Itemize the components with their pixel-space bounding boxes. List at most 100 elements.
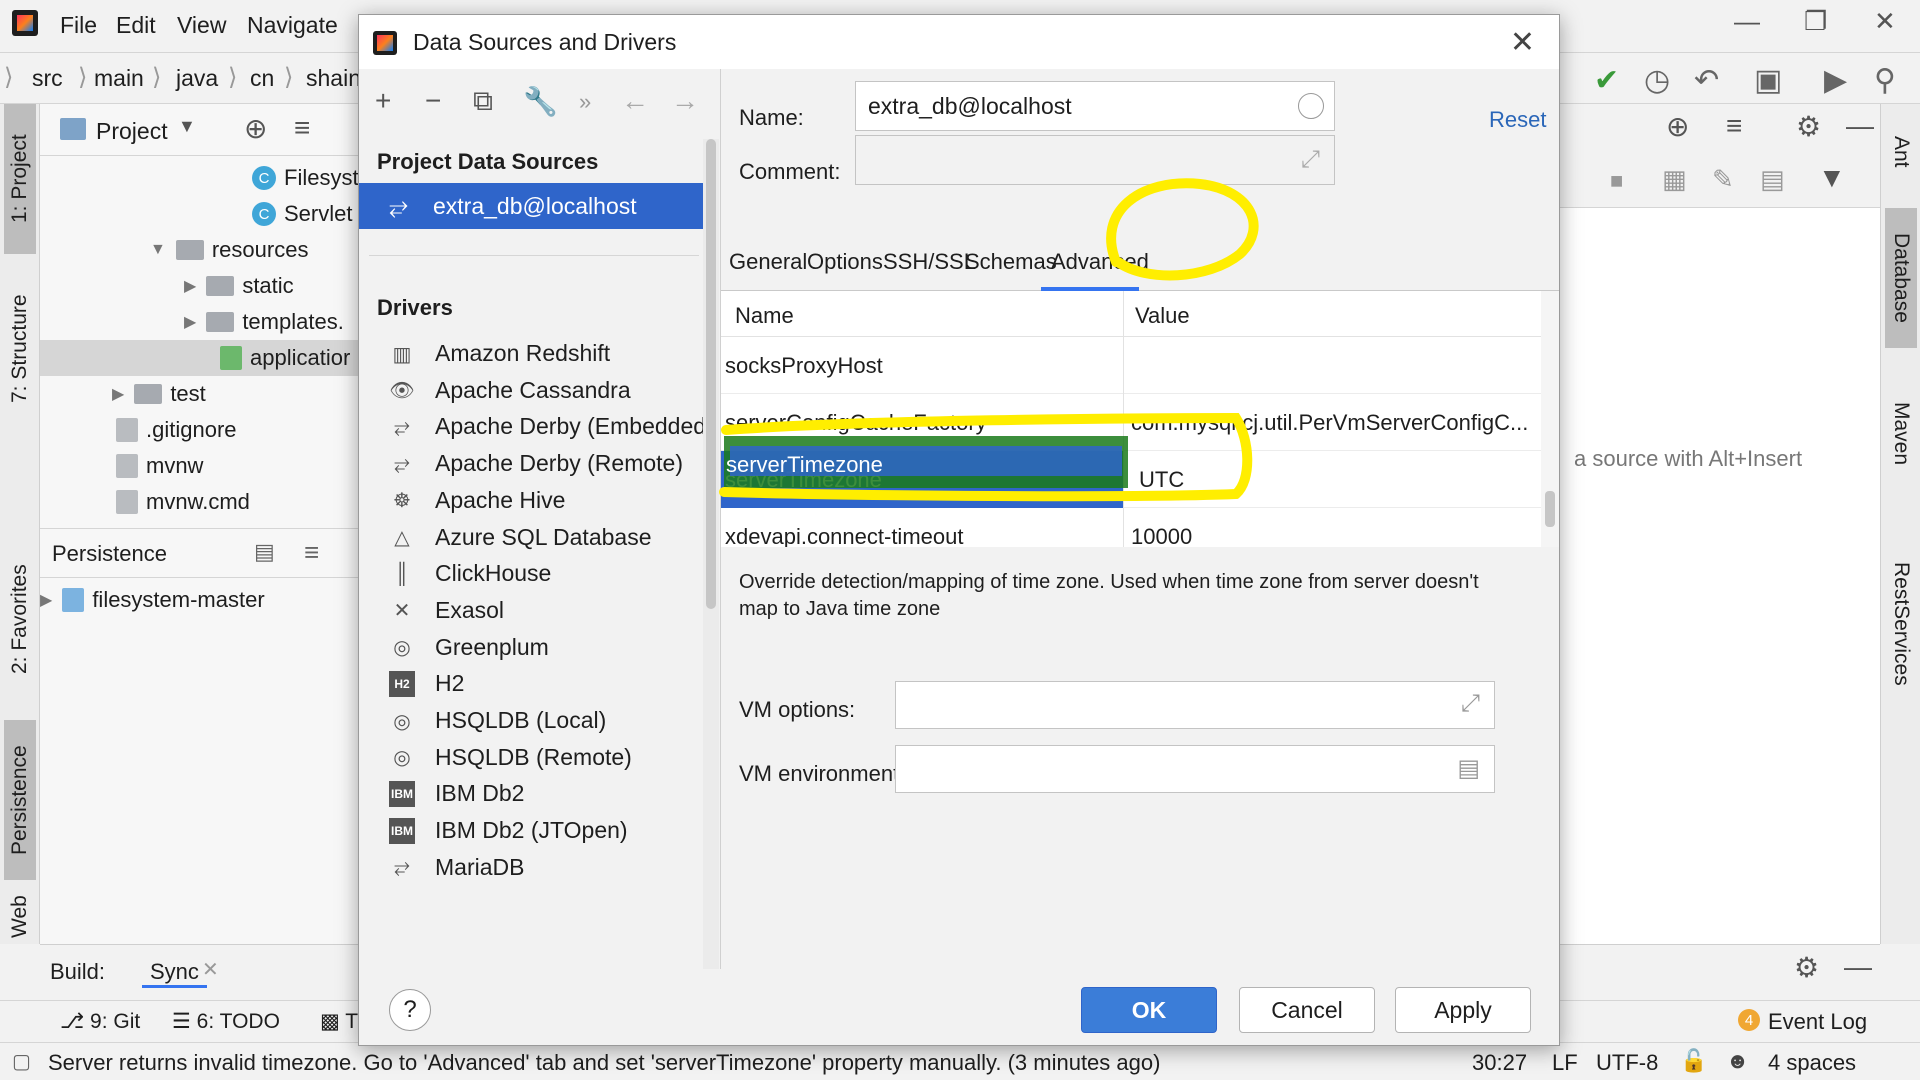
- inspector-icon[interactable]: ☻: [1726, 1048, 1749, 1074]
- file-encoding[interactable]: UTF-8: [1596, 1050, 1658, 1076]
- todo-tool-button[interactable]: ☰ 6: TODO: [172, 1009, 280, 1034]
- stop-icon[interactable]: ■: [1610, 168, 1623, 194]
- collapse-icon[interactable]: ≡: [1726, 110, 1742, 142]
- hide-icon[interactable]: —: [1844, 951, 1872, 983]
- menu-navigate[interactable]: Navigate: [247, 12, 338, 39]
- ql-console-icon[interactable]: ▤: [1760, 164, 1785, 195]
- table-row[interactable]: socksProxyHost: [721, 337, 1541, 394]
- tree-item-selected[interactable]: applicatior: [40, 340, 360, 376]
- tree-item[interactable]: C Servlet: [252, 196, 352, 232]
- expand-icon[interactable]: ⤢: [1301, 146, 1320, 174]
- column-header-name[interactable]: Name: [735, 303, 794, 329]
- table-row[interactable]: serverConfigCacheFactory com.mysql.cj.ut…: [721, 394, 1541, 451]
- gear-icon[interactable]: ⚙: [1794, 951, 1819, 984]
- hide-icon[interactable]: —: [1846, 110, 1874, 142]
- gear-icon[interactable]: ⚙: [1796, 110, 1821, 143]
- breadcrumb-item[interactable]: shain: [306, 65, 361, 92]
- tab-favorites[interactable]: 2: Favorites: [4, 534, 36, 704]
- expand-arrow-icon[interactable]: ▼: [150, 241, 166, 259]
- tab-restservices[interactable]: RestServices: [1885, 504, 1917, 744]
- project-structure-icon[interactable]: ▣: [1754, 63, 1782, 98]
- color-circle-icon[interactable]: [1298, 93, 1324, 119]
- indent-setting[interactable]: 4 spaces: [1768, 1050, 1856, 1076]
- duplicate-icon[interactable]: ⧉: [473, 85, 493, 118]
- browse-document-icon[interactable]: ▤: [1457, 754, 1480, 783]
- name-field[interactable]: extra_db@localhost: [855, 81, 1335, 131]
- rollback-icon[interactable]: ↶: [1694, 63, 1719, 98]
- close-window-icon[interactable]: ✕: [1874, 6, 1896, 37]
- tab-maven[interactable]: Maven: [1885, 374, 1917, 494]
- tab-web[interactable]: Web: [4, 890, 36, 944]
- tab-advanced[interactable]: Advanced: [1051, 249, 1149, 275]
- remove-icon[interactable]: −: [425, 85, 441, 117]
- project-panel-title[interactable]: Project: [96, 118, 168, 145]
- tree-item[interactable]: ▶ test: [112, 376, 206, 412]
- locate-icon[interactable]: ⊕: [1666, 110, 1689, 143]
- history-icon[interactable]: ◷: [1644, 63, 1670, 98]
- scrollbar-thumb[interactable]: [706, 139, 716, 609]
- tree-item[interactable]: ▶ static: [184, 268, 294, 304]
- tab-project[interactable]: 1: Project: [4, 104, 36, 254]
- breadcrumb-item[interactable]: src: [32, 65, 63, 92]
- property-value[interactable]: UTC: [1139, 467, 1184, 493]
- close-icon[interactable]: ✕: [1510, 25, 1535, 60]
- reset-link[interactable]: Reset: [1489, 107, 1546, 133]
- sidebar-scrollbar[interactable]: [703, 139, 719, 969]
- help-button[interactable]: ?: [389, 989, 431, 1031]
- property-value[interactable]: com.mysql.cj.util.PerVmServerConfigC...: [1131, 410, 1528, 436]
- menu-file[interactable]: File: [60, 12, 97, 39]
- persistence-item[interactable]: ▶ filesystem-master: [40, 582, 265, 618]
- expand-icon[interactable]: ⤢: [1461, 690, 1480, 718]
- ok-button[interactable]: OK: [1081, 987, 1217, 1033]
- tab-persistence[interactable]: Persistence: [4, 720, 36, 880]
- tab-ssh-ssl[interactable]: SSH/SSL: [883, 249, 976, 275]
- data-source-item-selected[interactable]: ⥂ extra_db@localhost: [359, 183, 703, 229]
- table-row[interactable]: xdevapi.connect-timeout 10000: [721, 508, 1541, 547]
- add-icon[interactable]: +: [375, 85, 391, 117]
- terminal-tool-button[interactable]: ▩ T: [320, 1009, 358, 1034]
- expand-arrow-icon[interactable]: ▶: [184, 276, 196, 296]
- forward-arrow-icon[interactable]: →: [671, 85, 699, 117]
- scrollbar-thumb[interactable]: [1545, 491, 1555, 527]
- breadcrumb-item[interactable]: cn: [250, 65, 274, 92]
- run-anything-icon[interactable]: ▶: [1824, 63, 1847, 98]
- column-header-value[interactable]: Value: [1135, 303, 1190, 329]
- comment-field[interactable]: ⤢: [855, 135, 1335, 185]
- menu-edit[interactable]: Edit: [116, 12, 156, 39]
- expand-arrow-icon[interactable]: ▶: [184, 312, 196, 332]
- tab-schemas[interactable]: Schemas: [965, 249, 1057, 275]
- locate-icon[interactable]: ⊕: [244, 112, 267, 145]
- apply-button[interactable]: Apply: [1395, 987, 1531, 1033]
- ql-console-icon[interactable]: ▤: [254, 539, 275, 565]
- more-icon[interactable]: »: [579, 89, 591, 115]
- table-scrollbar[interactable]: [1541, 291, 1559, 547]
- table-icon[interactable]: ▦: [1662, 164, 1687, 195]
- wrench-icon[interactable]: 🔧: [523, 85, 558, 118]
- close-tab-icon[interactable]: ✕: [202, 957, 219, 982]
- sync-tab[interactable]: Sync: [142, 959, 207, 988]
- expand-arrow-icon[interactable]: ▶: [40, 590, 52, 610]
- minimize-icon[interactable]: —: [1734, 6, 1760, 37]
- back-arrow-icon[interactable]: ←: [621, 85, 649, 117]
- vm-environment-field[interactable]: ▤: [895, 745, 1495, 793]
- driver-item[interactable]: ⥂ MariaDB: [359, 845, 703, 890]
- property-value[interactable]: 10000: [1131, 524, 1192, 547]
- tab-structure[interactable]: 7: Structure: [4, 274, 36, 424]
- tree-item[interactable]: C Filesyst: [252, 160, 359, 196]
- tree-item[interactable]: ▶ templates.: [184, 304, 344, 340]
- lock-icon[interactable]: 🔓: [1680, 1048, 1707, 1074]
- restore-icon[interactable]: ❐: [1804, 6, 1827, 37]
- tree-item[interactable]: ▼ resources: [150, 232, 308, 268]
- status-message[interactable]: Server returns invalid timezone. Go to '…: [48, 1050, 1160, 1076]
- tab-options[interactable]: Options: [807, 249, 883, 275]
- event-log-button[interactable]: Event Log: [1768, 1009, 1867, 1035]
- breadcrumb-item[interactable]: main: [94, 65, 144, 92]
- git-tool-button[interactable]: ⎇ 9: Git: [60, 1009, 140, 1034]
- tree-item[interactable]: .gitignore: [116, 412, 237, 448]
- tree-item[interactable]: mvnw.cmd: [116, 484, 250, 520]
- filter-icon[interactable]: ▼: [1818, 162, 1846, 194]
- caret-position[interactable]: 30:27: [1472, 1050, 1527, 1076]
- expand-arrow-icon[interactable]: ▶: [112, 384, 124, 404]
- menu-view[interactable]: View: [177, 12, 226, 39]
- edit-icon[interactable]: ✎: [1712, 164, 1734, 195]
